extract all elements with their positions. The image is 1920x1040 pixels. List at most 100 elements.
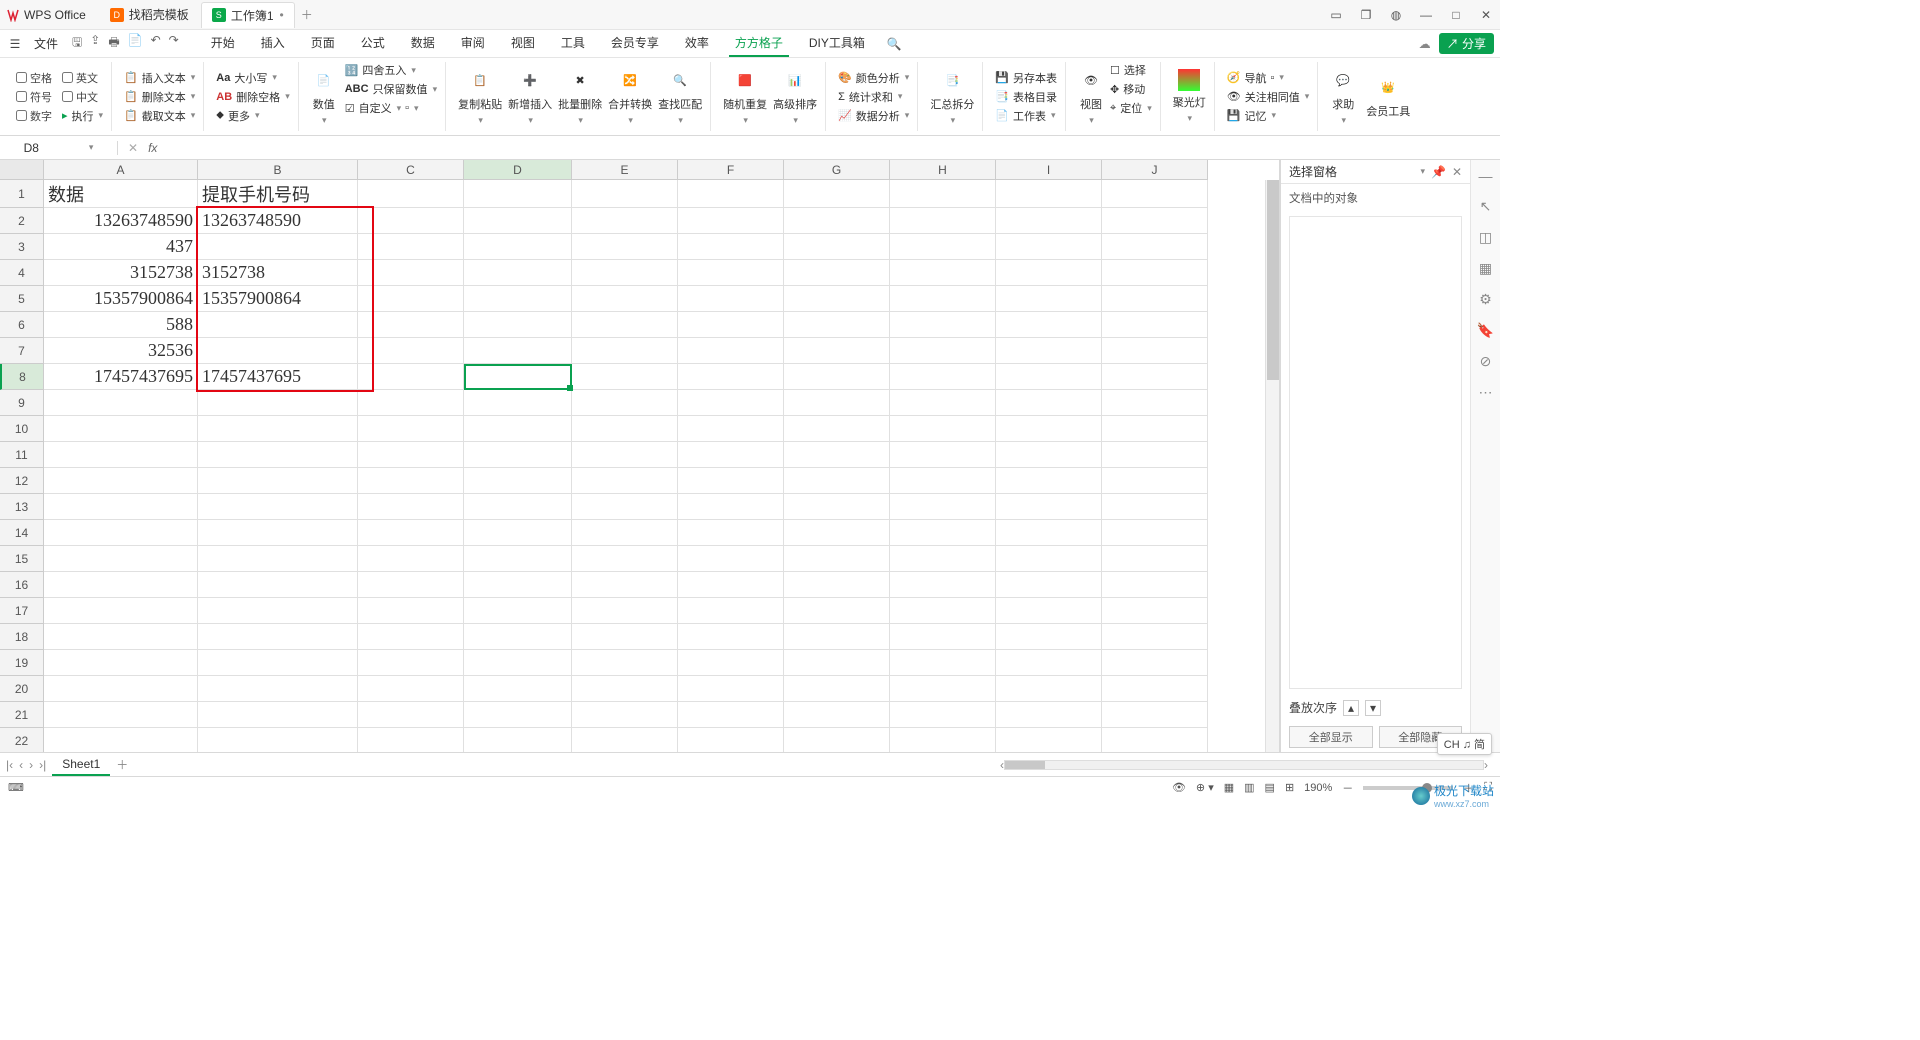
spotlight-button[interactable]: 聚光灯▾ (1173, 69, 1206, 124)
cell-J8[interactable] (1102, 364, 1208, 390)
cell-A17[interactable] (44, 598, 198, 624)
worksheet-button[interactable]: 📄 工作表▾ (995, 108, 1057, 124)
insert-text-button[interactable]: 📋 插入文本▾ (124, 70, 195, 86)
round-button[interactable]: 🔢 四舍五入▾ (345, 62, 437, 78)
menu-插入[interactable]: 插入 (255, 30, 291, 57)
cell-F4[interactable] (678, 260, 784, 286)
cell-C12[interactable] (358, 468, 464, 494)
cell-E9[interactable] (572, 390, 678, 416)
cell-B16[interactable] (198, 572, 358, 598)
cell-C4[interactable] (358, 260, 464, 286)
cell-A1[interactable]: 数据 (44, 180, 198, 208)
cell-B6[interactable] (198, 312, 358, 338)
strip-bookmark-icon[interactable]: 🔖 (1477, 322, 1494, 339)
cell-F22[interactable] (678, 728, 784, 752)
cell-J7[interactable] (1102, 338, 1208, 364)
menu-页面[interactable]: 页面 (305, 30, 341, 57)
cell-I9[interactable] (996, 390, 1102, 416)
cell-A6[interactable]: 588 (44, 312, 198, 338)
col-header-D[interactable]: D (464, 160, 572, 180)
cell-I5[interactable] (996, 286, 1102, 312)
cell-H11[interactable] (890, 442, 996, 468)
cell-A21[interactable] (44, 702, 198, 728)
cell-F18[interactable] (678, 624, 784, 650)
cell-D11[interactable] (464, 442, 572, 468)
delete-text-button[interactable]: 📋 删除文本▾ (124, 89, 195, 105)
cell-E2[interactable] (572, 208, 678, 234)
cell-F6[interactable] (678, 312, 784, 338)
layer-up-button[interactable]: ▴ (1343, 700, 1359, 716)
cell-B1[interactable]: 提取手机号码 (198, 180, 358, 208)
sheet-nav-first-icon[interactable]: |‹ (6, 758, 13, 772)
cell-I7[interactable] (996, 338, 1102, 364)
cell-I3[interactable] (996, 234, 1102, 260)
cell-J21[interactable] (1102, 702, 1208, 728)
save-as-button[interactable]: 💾 另存本表 (995, 70, 1057, 86)
pane-dropdown-icon[interactable]: ▾ (1420, 166, 1425, 177)
cell-C10[interactable] (358, 416, 464, 442)
cell-F14[interactable] (678, 520, 784, 546)
add-sheet-button[interactable]: ＋ (116, 756, 128, 773)
cell-G9[interactable] (784, 390, 890, 416)
cell-B19[interactable] (198, 650, 358, 676)
cell-E13[interactable] (572, 494, 678, 520)
cell-F15[interactable] (678, 546, 784, 572)
col-header-B[interactable]: B (198, 160, 358, 180)
check-symbol[interactable]: 符号 (16, 89, 52, 105)
cell-D3[interactable] (464, 234, 572, 260)
cell-E4[interactable] (572, 260, 678, 286)
data-analyze-button[interactable]: 📈 数据分析▾ (838, 108, 909, 124)
row-header-19[interactable]: 19 (0, 650, 44, 676)
cell-H22[interactable] (890, 728, 996, 752)
menu-效率[interactable]: 效率 (679, 30, 715, 57)
cell-H5[interactable] (890, 286, 996, 312)
strip-more-icon[interactable]: ⋯ (1479, 384, 1493, 401)
cell-E1[interactable] (572, 180, 678, 208)
cell-H18[interactable] (890, 624, 996, 650)
cell-E12[interactable] (572, 468, 678, 494)
menu-审阅[interactable]: 审阅 (455, 30, 491, 57)
cell-F10[interactable] (678, 416, 784, 442)
cell-A2[interactable]: 13263748590 (44, 208, 198, 234)
cell-C15[interactable] (358, 546, 464, 572)
cell-A16[interactable] (44, 572, 198, 598)
cell-I20[interactable] (996, 676, 1102, 702)
cell-J4[interactable] (1102, 260, 1208, 286)
cell-B21[interactable] (198, 702, 358, 728)
cell-H21[interactable] (890, 702, 996, 728)
cell-G8[interactable] (784, 364, 890, 390)
cell-J15[interactable] (1102, 546, 1208, 572)
cell-D1[interactable] (464, 180, 572, 208)
row-header-6[interactable]: 6 (0, 312, 44, 338)
cell-F13[interactable] (678, 494, 784, 520)
status-view2-icon[interactable]: ▥ (1244, 781, 1254, 794)
win-maximize-icon[interactable]: □ (1448, 8, 1464, 22)
cell-G6[interactable] (784, 312, 890, 338)
cell-A10[interactable] (44, 416, 198, 442)
share-button[interactable]: ↗ 分享 (1439, 33, 1494, 54)
cell-E5[interactable] (572, 286, 678, 312)
win-cube-icon[interactable]: ❐ (1358, 8, 1374, 22)
cell-E16[interactable] (572, 572, 678, 598)
cell-I12[interactable] (996, 468, 1102, 494)
cell-C8[interactable] (358, 364, 464, 390)
cell-I13[interactable] (996, 494, 1102, 520)
cell-J18[interactable] (1102, 624, 1208, 650)
win-minimize-icon[interactable]: — (1418, 8, 1434, 22)
cell-G19[interactable] (784, 650, 890, 676)
cell-F12[interactable] (678, 468, 784, 494)
cell-A11[interactable] (44, 442, 198, 468)
cell-E18[interactable] (572, 624, 678, 650)
col-header-H[interactable]: H (890, 160, 996, 180)
cell-A18[interactable] (44, 624, 198, 650)
row-header-14[interactable]: 14 (0, 520, 44, 546)
cell-D6[interactable] (464, 312, 572, 338)
col-header-F[interactable]: F (678, 160, 784, 180)
cell-C16[interactable] (358, 572, 464, 598)
cell-F2[interactable] (678, 208, 784, 234)
cell-C2[interactable] (358, 208, 464, 234)
cell-I22[interactable] (996, 728, 1102, 752)
cell-G3[interactable] (784, 234, 890, 260)
cell-C13[interactable] (358, 494, 464, 520)
cell-D13[interactable] (464, 494, 572, 520)
